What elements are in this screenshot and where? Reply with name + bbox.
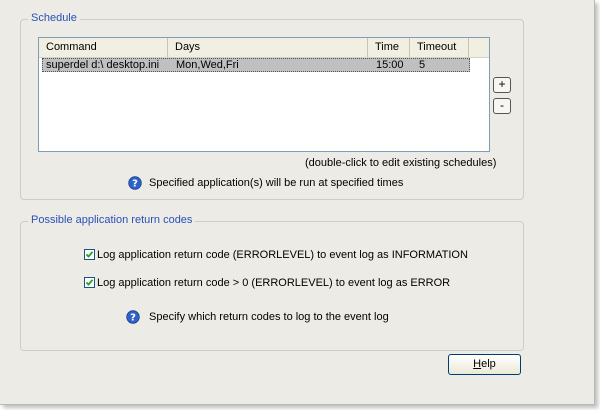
column-header-timeout[interactable]: Timeout <box>410 38 469 57</box>
help-button-label: elp <box>481 358 496 370</box>
table-row[interactable]: superdel d:\ desktop.ini Mon,Wed,Fri 15:… <box>42 58 470 72</box>
add-schedule-button[interactable]: + <box>493 77 511 93</box>
checkmark-icon <box>85 251 94 258</box>
cell-command: superdel d:\ desktop.ini <box>46 59 160 71</box>
help-question-icon: ? <box>128 176 142 190</box>
svg-text:?: ? <box>130 313 136 324</box>
log-information-label[interactable]: Log application return code (ERRORLEVEL)… <box>97 249 468 261</box>
list-header: Command Days Time Timeout <box>39 38 489 58</box>
remove-schedule-button[interactable]: - <box>493 98 511 114</box>
edit-hint: (double-click to edit existing schedules… <box>305 157 497 169</box>
schedule-legend: Schedule <box>28 12 80 24</box>
return-codes-info-text: Specify which return codes to log to the… <box>149 311 389 323</box>
help-button[interactable]: Help <box>448 354 521 375</box>
column-header-command[interactable]: Command <box>39 38 168 57</box>
log-information-checkbox[interactable] <box>84 249 95 260</box>
schedule-info-text: Specified application(s) will be run at … <box>149 177 404 189</box>
checkmark-icon <box>85 279 94 286</box>
return-codes-legend: Possible application return codes <box>28 214 196 226</box>
column-header-time[interactable]: Time <box>368 38 410 57</box>
column-header-days[interactable]: Days <box>168 38 368 57</box>
help-question-icon: ? <box>126 310 140 324</box>
cell-days: Mon,Wed,Fri <box>176 59 239 71</box>
svg-text:?: ? <box>132 179 138 190</box>
help-button-accelerator: H <box>473 358 482 370</box>
log-error-label[interactable]: Log application return code > 0 (ERRORLE… <box>97 277 450 289</box>
cell-time: 15:00 <box>376 59 404 71</box>
schedule-list[interactable]: Command Days Time Timeout superdel d:\ d… <box>38 37 490 152</box>
log-error-checkbox[interactable] <box>84 277 95 288</box>
dialog-window: Schedule Command Days Time Timeout super… <box>0 0 595 405</box>
cell-timeout: 5 <box>419 59 426 71</box>
